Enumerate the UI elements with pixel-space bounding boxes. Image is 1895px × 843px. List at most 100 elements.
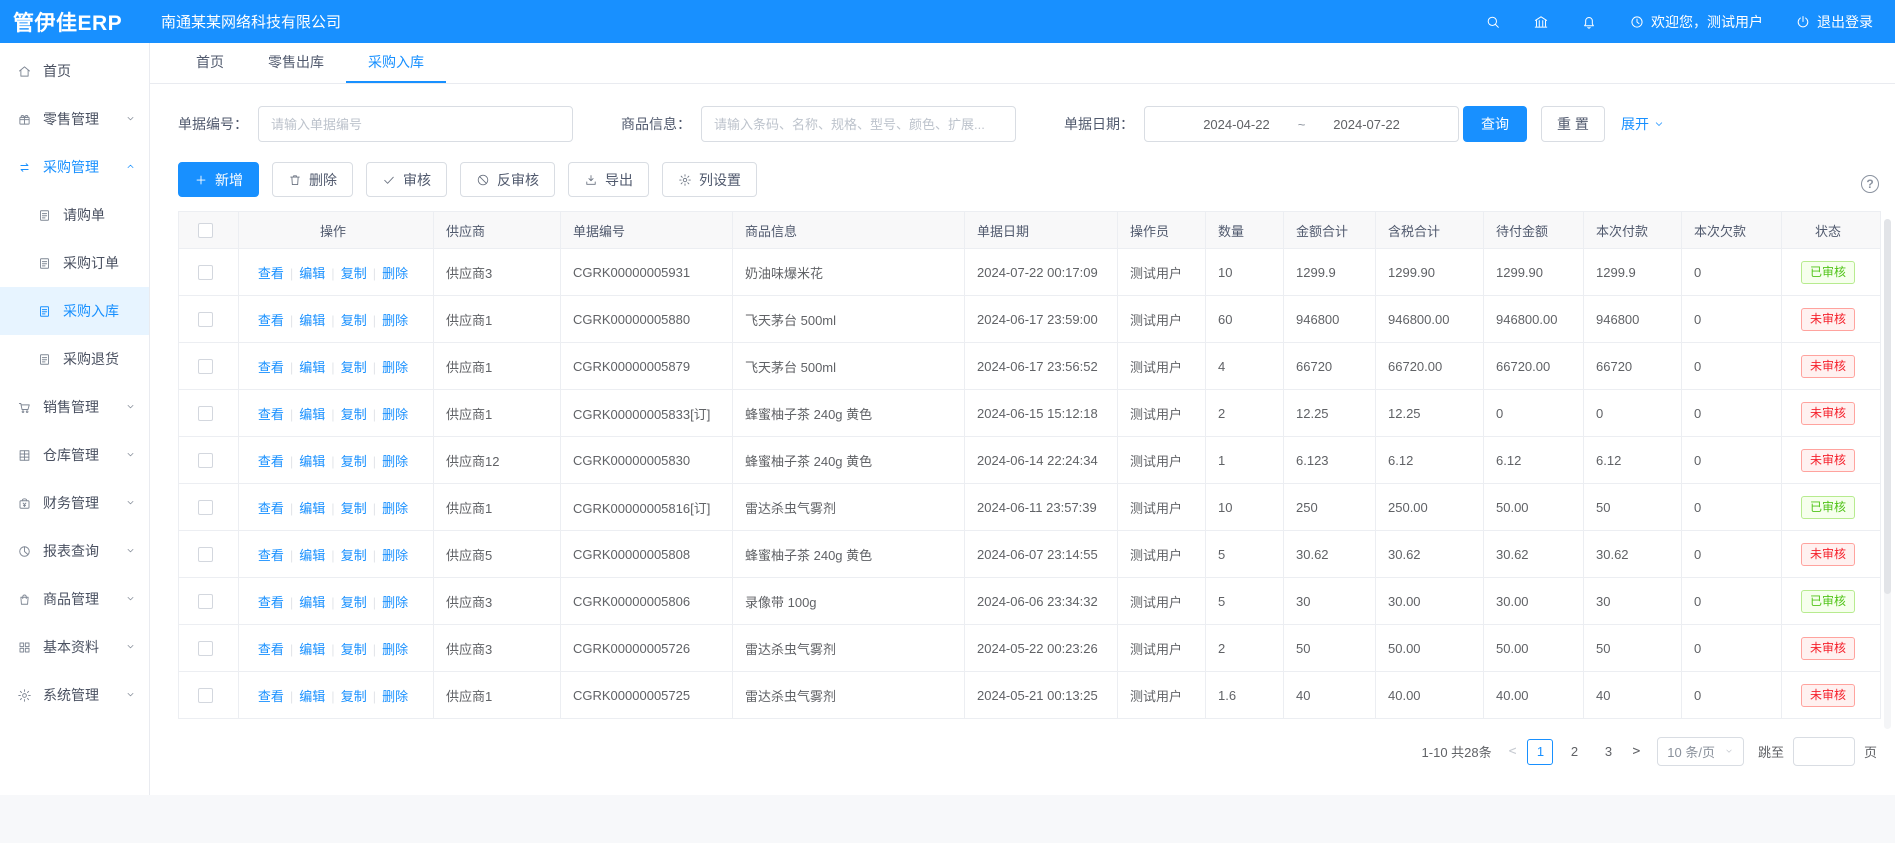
- sidebar-item-warehouse[interactable]: 仓库管理: [0, 431, 149, 479]
- sidebar-item-purchase-inbound[interactable]: 采购入库: [0, 287, 149, 335]
- delete-button-label: 删除: [309, 170, 337, 190]
- sidebar-item-finance[interactable]: 财务管理: [0, 479, 149, 527]
- view-link[interactable]: 查看: [258, 266, 284, 281]
- sidebar-item-purchase-return[interactable]: 采购退货: [0, 335, 149, 383]
- delete-link[interactable]: 删除: [382, 407, 408, 422]
- export-button[interactable]: 导出: [568, 162, 649, 197]
- row-checkbox[interactable]: [198, 547, 213, 562]
- delete-link[interactable]: 删除: [382, 595, 408, 610]
- select-all-checkbox[interactable]: [198, 223, 213, 238]
- edit-link[interactable]: 编辑: [299, 454, 325, 469]
- delete-link[interactable]: 删除: [382, 548, 408, 563]
- scrollbar-thumb[interactable]: [1884, 219, 1891, 594]
- page-number-2[interactable]: 2: [1561, 739, 1587, 765]
- logout-button[interactable]: 退出登录: [1795, 12, 1873, 32]
- view-link[interactable]: 查看: [258, 689, 284, 704]
- date-from[interactable]: 2024-04-22: [1203, 117, 1270, 132]
- edit-link[interactable]: 编辑: [299, 360, 325, 375]
- delete-button[interactable]: 删除: [272, 162, 353, 197]
- view-link[interactable]: 查看: [258, 595, 284, 610]
- edit-link[interactable]: 编辑: [299, 313, 325, 328]
- edit-link[interactable]: 编辑: [299, 642, 325, 657]
- bank-button[interactable]: [1533, 14, 1549, 30]
- vertical-scrollbar[interactable]: [1884, 219, 1891, 729]
- delete-link[interactable]: 删除: [382, 642, 408, 657]
- cell-amount: 30: [1284, 578, 1376, 625]
- view-link[interactable]: 查看: [258, 548, 284, 563]
- row-checkbox[interactable]: [198, 406, 213, 421]
- view-link[interactable]: 查看: [258, 360, 284, 375]
- bill-no-input[interactable]: [258, 106, 573, 142]
- row-checkbox[interactable]: [198, 500, 213, 515]
- delete-link[interactable]: 删除: [382, 266, 408, 281]
- delete-link[interactable]: 删除: [382, 313, 408, 328]
- product-info-input[interactable]: [701, 106, 1016, 142]
- copy-link[interactable]: 复制: [341, 454, 367, 469]
- copy-link[interactable]: 复制: [341, 266, 367, 281]
- view-link[interactable]: 查看: [258, 454, 284, 469]
- edit-link[interactable]: 编辑: [299, 266, 325, 281]
- copy-link[interactable]: 复制: [341, 548, 367, 563]
- sidebar-item-system[interactable]: 系统管理: [0, 671, 149, 719]
- page-number-3[interactable]: 3: [1595, 739, 1621, 765]
- row-checkbox[interactable]: [198, 641, 213, 656]
- delete-link[interactable]: 删除: [382, 360, 408, 375]
- date-to[interactable]: 2024-07-22: [1333, 117, 1400, 132]
- help-icon[interactable]: ?: [1861, 175, 1879, 193]
- audit-button[interactable]: 审核: [366, 162, 447, 197]
- view-link[interactable]: 查看: [258, 313, 284, 328]
- copy-link[interactable]: 复制: [341, 501, 367, 516]
- edit-link[interactable]: 编辑: [299, 407, 325, 422]
- row-checkbox[interactable]: [198, 312, 213, 327]
- row-checkbox[interactable]: [198, 453, 213, 468]
- unaudit-button[interactable]: 反审核: [460, 162, 555, 197]
- sidebar-item-products[interactable]: 商品管理: [0, 575, 149, 623]
- sidebar-item-sales[interactable]: 销售管理: [0, 383, 149, 431]
- reset-button[interactable]: 重 置: [1541, 106, 1605, 142]
- tab-home[interactable]: 首页: [174, 43, 246, 83]
- date-range-picker[interactable]: 2024-04-22 ~ 2024-07-22: [1144, 106, 1459, 142]
- sidebar-item-purchase[interactable]: 采购管理: [0, 143, 149, 191]
- edit-link[interactable]: 编辑: [299, 548, 325, 563]
- row-checkbox[interactable]: [198, 688, 213, 703]
- sidebar-item-basic-data[interactable]: 基本资料: [0, 623, 149, 671]
- link-divider: |: [331, 454, 334, 469]
- copy-link[interactable]: 复制: [341, 407, 367, 422]
- jump-page-input[interactable]: [1793, 737, 1855, 766]
- page-number-1[interactable]: 1: [1527, 739, 1553, 765]
- delete-link[interactable]: 删除: [382, 454, 408, 469]
- delete-link[interactable]: 删除: [382, 501, 408, 516]
- delete-link[interactable]: 删除: [382, 689, 408, 704]
- tab-retail-outbound[interactable]: 零售出库: [246, 43, 346, 83]
- view-link[interactable]: 查看: [258, 407, 284, 422]
- view-link[interactable]: 查看: [258, 642, 284, 657]
- search-submit-button[interactable]: 查询: [1463, 106, 1527, 142]
- prev-page-button[interactable]: <: [1506, 744, 1520, 759]
- column-settings-button[interactable]: 列设置: [662, 162, 757, 197]
- sidebar-item-home[interactable]: 首页: [0, 47, 149, 95]
- next-page-button[interactable]: >: [1629, 744, 1643, 759]
- tab-purchase-inbound[interactable]: 采购入库: [346, 43, 446, 83]
- add-button[interactable]: 新增: [178, 162, 259, 197]
- sidebar-item-reports[interactable]: 报表查询: [0, 527, 149, 575]
- edit-link[interactable]: 编辑: [299, 689, 325, 704]
- edit-link[interactable]: 编辑: [299, 501, 325, 516]
- row-checkbox[interactable]: [198, 594, 213, 609]
- notifications-button[interactable]: [1581, 14, 1597, 30]
- edit-link[interactable]: 编辑: [299, 595, 325, 610]
- copy-link[interactable]: 复制: [341, 313, 367, 328]
- view-link[interactable]: 查看: [258, 501, 284, 516]
- copy-link[interactable]: 复制: [341, 595, 367, 610]
- expand-toggle[interactable]: 展开: [1621, 114, 1665, 134]
- user-menu[interactable]: 欢迎您，测试用户: [1629, 12, 1763, 32]
- sidebar-item-purchase-request[interactable]: 请购单: [0, 191, 149, 239]
- search-button[interactable]: [1485, 14, 1501, 30]
- row-checkbox[interactable]: [198, 359, 213, 374]
- sidebar-item-retail[interactable]: 零售管理: [0, 95, 149, 143]
- sidebar-item-purchase-order[interactable]: 采购订单: [0, 239, 149, 287]
- copy-link[interactable]: 复制: [341, 689, 367, 704]
- row-checkbox[interactable]: [198, 265, 213, 280]
- copy-link[interactable]: 复制: [341, 360, 367, 375]
- page-size-select[interactable]: 10 条/页: [1657, 737, 1744, 766]
- copy-link[interactable]: 复制: [341, 642, 367, 657]
